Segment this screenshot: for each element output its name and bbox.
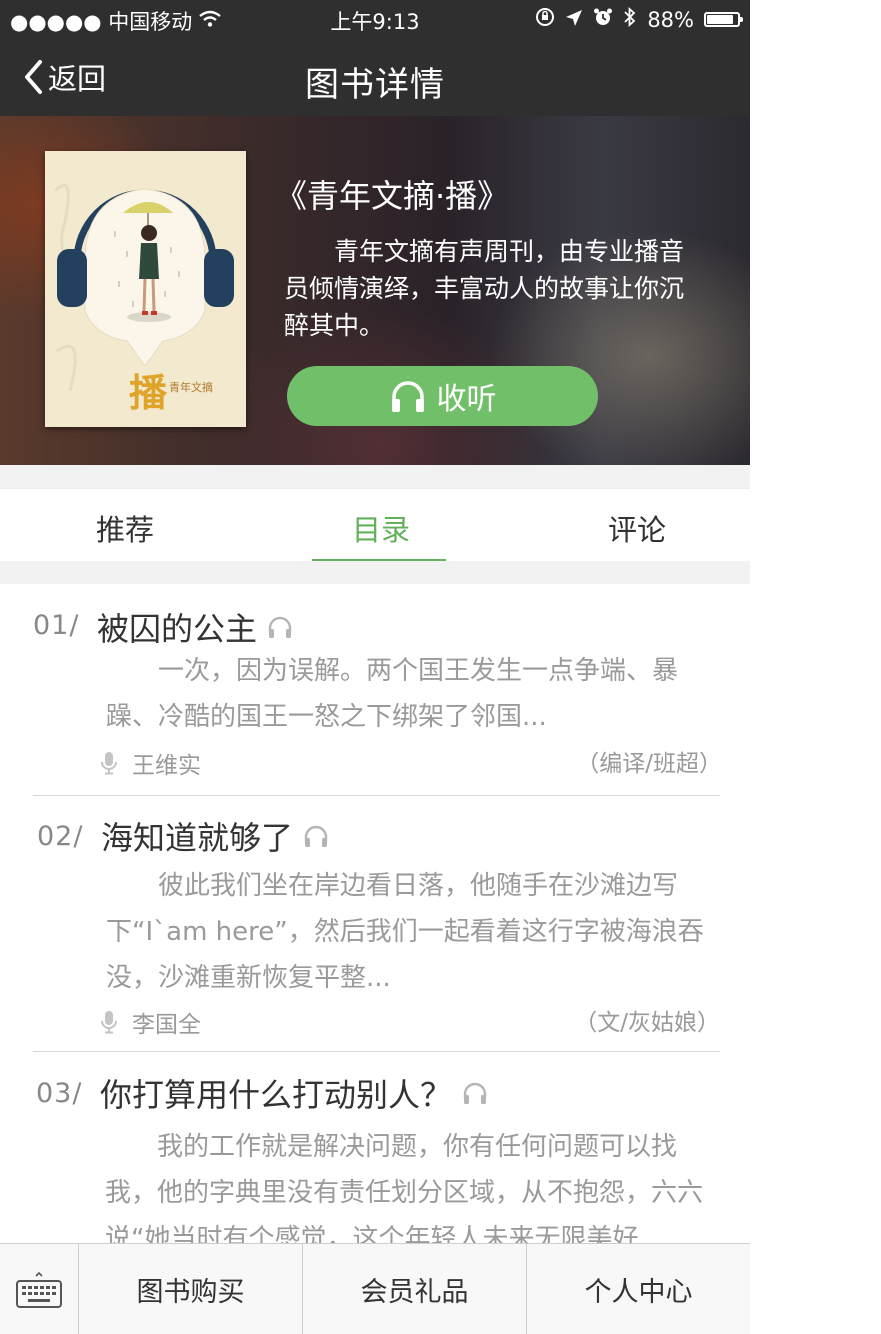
- cover-illustration: 播 青年文摘: [45, 151, 246, 427]
- nav-bar: 返回 图书详情: [0, 40, 750, 117]
- item-credit: （文/灰姑娘）: [574, 1010, 720, 1036]
- narrator-name: 王维实: [132, 753, 201, 779]
- tab-comments[interactable]: 评论: [608, 507, 666, 549]
- keyboard-toggle-button[interactable]: [0, 1244, 79, 1334]
- app-screen: ●●●●● 中国移动 上午9:13 88% 返回 图书详情 播 青年文摘 《青年…: [0, 0, 750, 1334]
- book-description-text: 青年文摘有声周刊，由专业播音员倾情演绎，丰富动人的故事让你沉醉其中。: [284, 237, 685, 340]
- item-title-text: 你打算用什么打动别人？: [100, 1076, 453, 1114]
- item-excerpt: 我的工作就是解决问题，你有任何问题可以找我，他的字典里没有责任划分区域，从不抱怨…: [105, 1132, 704, 1254]
- personal-center-button[interactable]: 个人中心: [527, 1244, 750, 1334]
- headphones-icon: [463, 1082, 487, 1104]
- item-excerpt: 彼此我们坐在岸边看日落，他随手在沙滩边写下“I`am here”，然后我们一起看…: [106, 871, 704, 993]
- item-narrator: 王维实: [100, 746, 201, 780]
- book-purchase-button[interactable]: 图书购买: [79, 1244, 303, 1334]
- headphones-icon: [391, 381, 424, 412]
- keyboard-icon: [16, 1271, 62, 1308]
- divider: [33, 795, 720, 796]
- item-number: 01/: [33, 610, 80, 641]
- cover-title-large: 播: [129, 371, 168, 415]
- status-bar: ●●●●● 中国移动 上午9:13 88%: [0, 0, 750, 40]
- rotation-lock-icon: [535, 7, 555, 32]
- item-title[interactable]: 被囚的公主: [97, 604, 293, 650]
- book-cover[interactable]: 播 青年文摘: [45, 151, 246, 427]
- microphone-icon: [101, 752, 117, 775]
- item-excerpt: 一次，因为误解。两个国王发生一点争端、暴躁、冷酷的国王一怒之下绑架了邻国...: [106, 656, 679, 732]
- item-title[interactable]: 海知道就够了: [101, 813, 329, 859]
- listen-button[interactable]: 收听: [287, 366, 598, 426]
- cover-title-small: 青年文摘: [169, 380, 213, 394]
- item-title-text: 海知道就够了: [101, 819, 294, 857]
- location-icon: [565, 8, 583, 32]
- book-description: 青年文摘有声周刊，由专业播音员倾情演绎，丰富动人的故事让你沉醉其中。: [284, 233, 704, 344]
- book-hero: 播 青年文摘 《青年文摘·播》 青年文摘有声周刊，由专业播音员倾情演绎，丰富动人…: [0, 116, 750, 465]
- bottom-menu-bar: 图书购买 会员礼品 个人中心: [0, 1243, 750, 1334]
- battery-percent: 88%: [647, 7, 694, 32]
- battery-icon: [704, 12, 743, 27]
- bluetooth-icon: [623, 6, 637, 33]
- book-title: 《青年文摘·播》: [275, 177, 510, 215]
- item-narrator: 李国全: [100, 1005, 201, 1039]
- headphones-icon: [304, 825, 328, 847]
- section-gap: [0, 465, 750, 488]
- member-gift-button[interactable]: 会员礼品: [303, 1244, 527, 1334]
- tab-recommend[interactable]: 推荐: [96, 507, 154, 549]
- tab-bar: 推荐 目录 评论: [0, 488, 750, 562]
- item-title-text: 被囚的公主: [97, 610, 258, 648]
- listen-label: 收听: [436, 382, 497, 417]
- status-right: 88%: [535, 6, 743, 33]
- headphones-icon: [268, 616, 292, 638]
- item-number: 02/: [37, 821, 84, 852]
- section-gap: [0, 561, 750, 584]
- item-number: 03/: [36, 1078, 83, 1109]
- page-title: 图书详情: [305, 65, 445, 105]
- microphone-icon: [101, 1011, 117, 1034]
- item-credit: （编译/班超）: [576, 751, 722, 777]
- battery-fill: [707, 15, 734, 24]
- narrator-name: 李国全: [132, 1012, 201, 1038]
- item-title[interactable]: 你打算用什么打动别人？: [100, 1070, 488, 1116]
- tab-catalog[interactable]: 目录: [352, 507, 410, 549]
- alarm-icon: [593, 7, 613, 32]
- divider: [33, 1051, 720, 1052]
